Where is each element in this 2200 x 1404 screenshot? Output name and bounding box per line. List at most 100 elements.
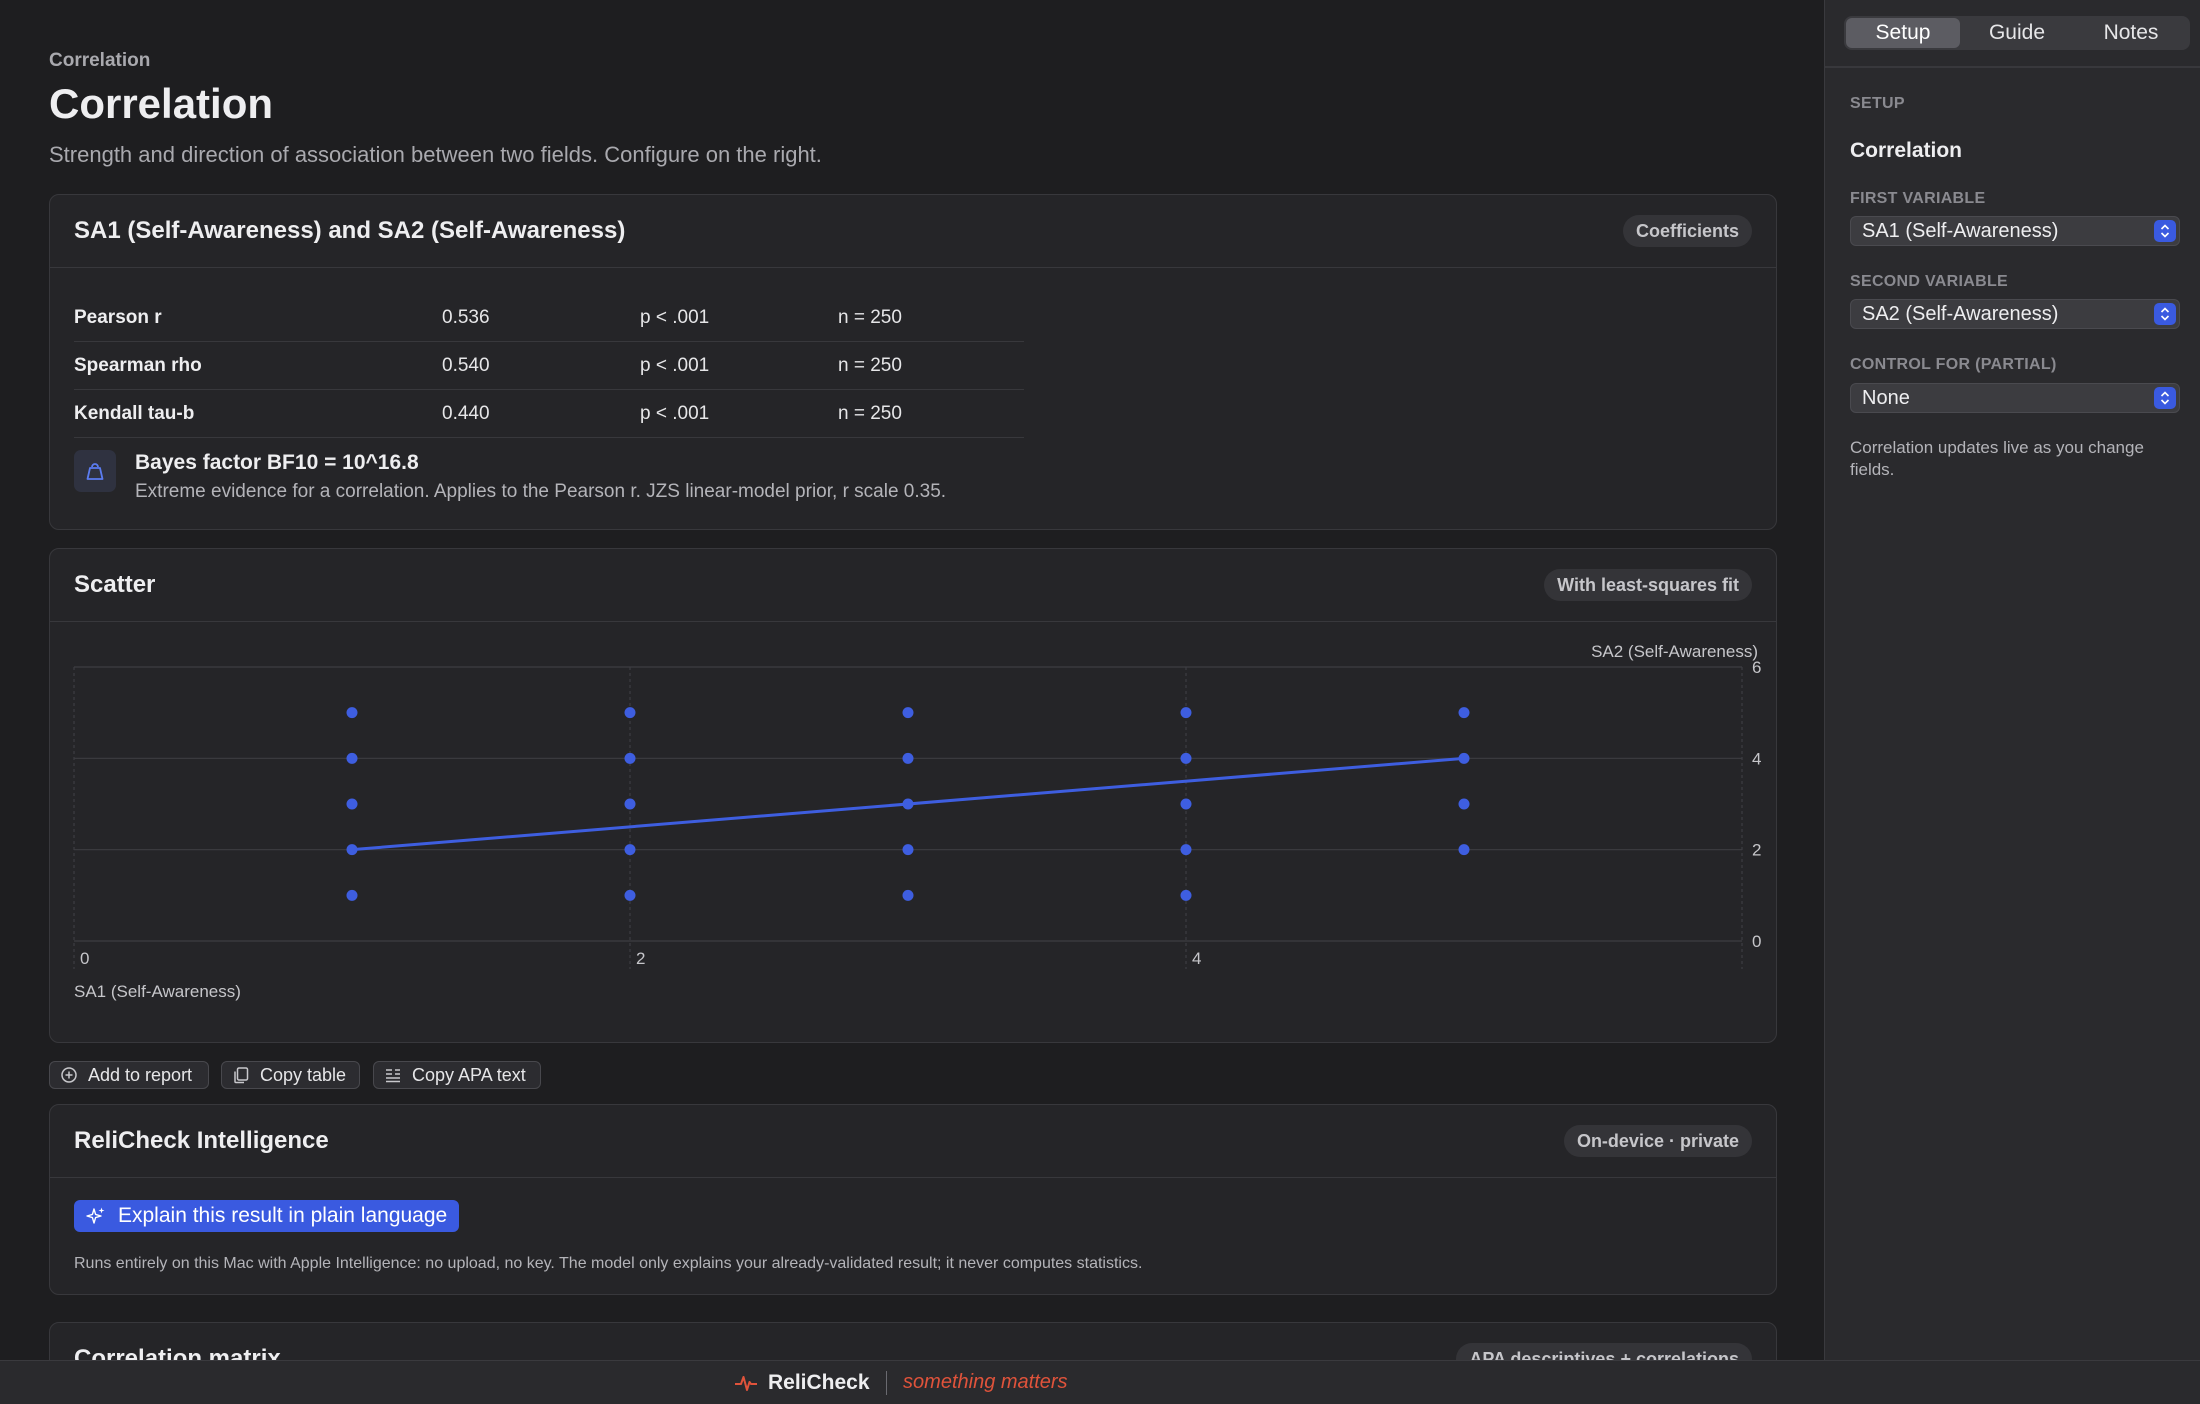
second-variable-label: SECOND VARIABLE bbox=[1850, 273, 2008, 290]
scatter-point bbox=[1180, 752, 1192, 764]
second-variable-select[interactable]: SA2 (Self-Awareness) bbox=[1850, 299, 2180, 329]
matrix-badge: APA descriptives + correlations bbox=[1456, 1343, 1752, 1360]
scatter-point bbox=[1458, 707, 1470, 719]
scatter-point bbox=[902, 798, 914, 810]
page-subtitle: Strength and direction of association be… bbox=[49, 142, 822, 167]
scatter-point bbox=[902, 844, 914, 856]
scatter-point bbox=[624, 752, 636, 764]
explain-button[interactable]: Explain this result in plain language bbox=[74, 1200, 460, 1232]
card-title: SA1 (Self-Awareness) and SA2 (Self-Aware… bbox=[74, 217, 626, 244]
tab-guide[interactable]: Guide bbox=[1960, 18, 2074, 48]
coefficient-name: Spearman rho bbox=[74, 355, 202, 376]
first-variable-select[interactable]: SA1 (Self-Awareness) bbox=[1850, 216, 2180, 246]
scatter-point bbox=[1180, 707, 1192, 719]
y-tick-label: 0 bbox=[1752, 932, 1761, 951]
card-header: SA1 (Self-Awareness) and SA2 (Self-Aware… bbox=[50, 195, 1776, 268]
coefficients-card: SA1 (Self-Awareness) and SA2 (Self-Aware… bbox=[49, 194, 1777, 530]
coefficient-value: 0.540 bbox=[442, 355, 490, 376]
first-variable-label: FIRST VARIABLE bbox=[1850, 190, 1986, 207]
control-for-label: CONTROL FOR (PARTIAL) bbox=[1850, 356, 2057, 373]
chevron-updown-icon bbox=[2154, 220, 2176, 242]
sparkles-icon bbox=[86, 1207, 105, 1224]
section-heading: SETUP bbox=[1850, 95, 1905, 112]
coefficient-p: p < .001 bbox=[640, 355, 710, 376]
scatter-point bbox=[1458, 798, 1470, 810]
bayes-factor-title: Bayes factor BF10 = 10^16.8 bbox=[135, 451, 419, 474]
scatter-badge: With least-squares fit bbox=[1544, 569, 1752, 601]
scatter-point bbox=[1458, 844, 1470, 856]
chevron-updown-icon bbox=[2154, 303, 2176, 325]
scatter-point bbox=[1458, 752, 1470, 764]
copy-icon bbox=[234, 1067, 249, 1084]
control-for-select[interactable]: None bbox=[1850, 383, 2180, 413]
coefficient-name: Pearson r bbox=[74, 307, 162, 328]
correlation-matrix-card: Correlation matrix APA descriptives + co… bbox=[49, 1322, 1777, 1360]
coefficient-p: p < .001 bbox=[640, 403, 710, 424]
y-tick-label: 4 bbox=[1752, 749, 1761, 768]
select-value: SA1 (Self-Awareness) bbox=[1862, 220, 2059, 242]
sidebar-tabs: Setup Guide Notes bbox=[1844, 16, 2190, 50]
copy-apa-text-label: Copy APA text bbox=[412, 1064, 526, 1085]
coefficient-value: 0.536 bbox=[442, 307, 490, 328]
y-axis-label: SA2 (Self-Awareness) bbox=[1591, 642, 1758, 661]
scatter-point bbox=[624, 844, 636, 856]
sidebar: Setup Guide Notes SETUP Correlation FIRS… bbox=[1824, 0, 2200, 1360]
coefficient-row-spearman: Spearman rho 0.540 p < .001 n = 250 bbox=[74, 342, 1024, 390]
copy-table-button[interactable]: Copy table bbox=[221, 1061, 360, 1089]
weight-icon bbox=[74, 450, 116, 492]
y-tick-label: 2 bbox=[1752, 841, 1761, 860]
scatter-point bbox=[346, 752, 358, 764]
coefficients-badge: Coefficients bbox=[1622, 215, 1752, 247]
x-tick-label: 0 bbox=[80, 949, 89, 968]
x-tick-label: 2 bbox=[636, 949, 645, 968]
pulse-icon bbox=[735, 1375, 757, 1391]
main-content: Correlation Correlation Strength and dir… bbox=[0, 0, 1824, 1360]
coefficient-p: p < .001 bbox=[640, 307, 710, 328]
scatter-point bbox=[624, 798, 636, 810]
coefficient-n: n = 250 bbox=[838, 355, 902, 376]
scatter-point bbox=[1180, 889, 1192, 901]
coefficient-n: n = 250 bbox=[838, 403, 902, 424]
intelligence-badge: On-device · private bbox=[1563, 1125, 1752, 1157]
card-title: Scatter bbox=[74, 571, 156, 598]
sidebar-divider bbox=[1825, 66, 2200, 68]
scatter-point bbox=[902, 752, 914, 764]
coefficient-value: 0.440 bbox=[442, 403, 490, 424]
copy-apa-text-button[interactable]: Copy APA text bbox=[373, 1061, 541, 1089]
add-to-report-label: Add to report bbox=[88, 1064, 193, 1085]
copy-table-label: Copy table bbox=[260, 1064, 347, 1085]
scatter-point bbox=[346, 844, 358, 856]
status-bar: ReliCheck something matters bbox=[0, 1360, 2200, 1404]
card-header: ReliCheck Intelligence On-device · priva… bbox=[50, 1105, 1776, 1178]
scatter-point bbox=[346, 707, 358, 719]
select-value: None bbox=[1862, 387, 1910, 409]
add-to-report-button[interactable]: Add to report bbox=[49, 1061, 209, 1089]
intelligence-note: Runs entirely on this Mac with Apple Int… bbox=[74, 1255, 1143, 1272]
coefficient-name: Kendall tau-b bbox=[74, 403, 195, 424]
scatter-point bbox=[624, 889, 636, 901]
card-title: ReliCheck Intelligence bbox=[74, 1127, 329, 1154]
card-title: Correlation matrix bbox=[74, 1345, 281, 1360]
sidebar-title: Correlation bbox=[1850, 139, 1963, 162]
plus-circle-icon bbox=[61, 1067, 77, 1083]
status-divider bbox=[885, 1370, 888, 1395]
scatter-point bbox=[346, 798, 358, 810]
scatter-point bbox=[346, 889, 358, 901]
scatter-point bbox=[902, 889, 914, 901]
tab-setup[interactable]: Setup bbox=[1846, 18, 1960, 48]
intelligence-card: ReliCheck Intelligence On-device · priva… bbox=[49, 1104, 1777, 1295]
card-header: Correlation matrix APA descriptives + co… bbox=[50, 1323, 1776, 1360]
chevron-updown-icon bbox=[2154, 387, 2176, 409]
scatter-point bbox=[902, 707, 914, 719]
scatter-plot: 02460 2 4SA2 (Self-Awareness)SA1 (Self-Awa… bbox=[73, 642, 1761, 1001]
tab-notes[interactable]: Notes bbox=[2074, 18, 2188, 48]
text-lines-icon bbox=[386, 1069, 400, 1083]
scatter-point bbox=[1180, 844, 1192, 856]
coefficient-n: n = 250 bbox=[838, 307, 902, 328]
breadcrumb: Correlation bbox=[49, 50, 151, 71]
card-header: Scatter With least-squares fit bbox=[50, 549, 1776, 622]
brand-name: ReliCheck bbox=[768, 1370, 870, 1394]
scatter-card: Scatter With least-squares fit 0 2 4 6 0 2 4 SA… bbox=[49, 548, 1777, 1043]
explain-button-label: Explain this result in plain language bbox=[118, 1204, 448, 1227]
coefficient-row-kendall: Kendall tau-b 0.440 p < .001 n = 250 bbox=[74, 390, 1024, 438]
